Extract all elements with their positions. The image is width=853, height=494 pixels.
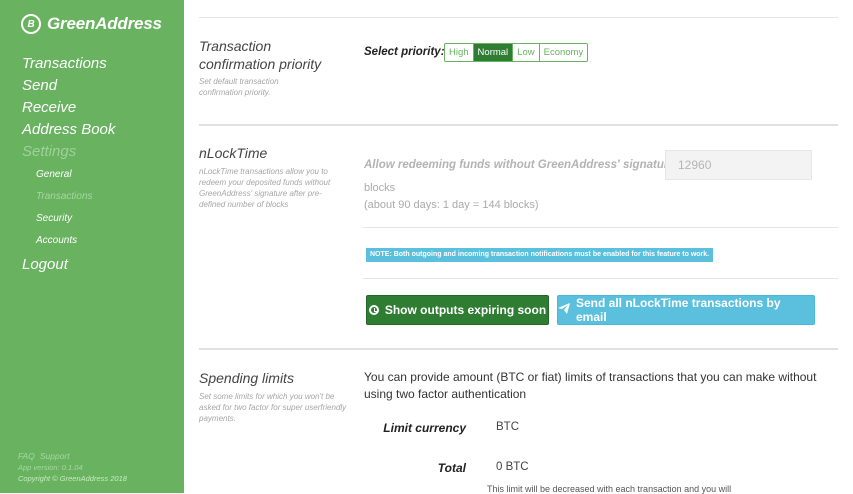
brand[interactable]: B GreenAddress bbox=[21, 14, 162, 34]
priority-desc: Set default transaction confirmation pri… bbox=[199, 77, 279, 97]
copyright: Copyright © GreenAddress 2018 bbox=[18, 474, 127, 483]
app-version: App version: 0.1.04 bbox=[18, 463, 83, 472]
bitcoin-logo-icon: B bbox=[21, 14, 41, 34]
total-value: 0 BTC bbox=[496, 461, 529, 473]
priority-economy[interactable]: Economy bbox=[540, 44, 588, 61]
nlocktime-desc: nLockTime transactions allow you to rede… bbox=[199, 167, 331, 209]
faq-link[interactable]: FAQ bbox=[18, 451, 35, 461]
show-outputs-button[interactable]: Show outputs expiring soon bbox=[366, 295, 549, 325]
nlocktime-label: Allow redeeming funds without GreenAddre… bbox=[364, 159, 703, 171]
nlocktime-note-badge: NOTE: Both outgoing and incoming transac… bbox=[366, 248, 714, 262]
nav-send[interactable]: Send bbox=[22, 75, 115, 97]
show-outputs-label: Show outputs expiring soon bbox=[384, 303, 547, 317]
paper-plane-icon bbox=[558, 303, 570, 317]
limit-currency-label: Limit currency bbox=[383, 421, 466, 435]
brand-name: GreenAddress bbox=[47, 14, 162, 33]
divider-nlocktime bbox=[199, 348, 838, 350]
spending-desc: Set some limits for which you won't be a… bbox=[199, 392, 347, 423]
sidebar-footer: FAQ Support App version: 0.1.04 Copyright… bbox=[18, 451, 127, 484]
subnav-accounts[interactable]: Accounts bbox=[36, 230, 115, 252]
subnav-general[interactable]: General bbox=[36, 164, 115, 186]
main-nav: Transactions Send Receive Address Book S… bbox=[22, 53, 115, 276]
support-link[interactable]: Support bbox=[40, 451, 70, 461]
sidebar: B GreenAddress Transactions Send Receive… bbox=[0, 0, 184, 493]
subnav-transactions[interactable]: Transactions bbox=[36, 186, 115, 208]
subnav-security[interactable]: Security bbox=[36, 208, 115, 230]
nlocktime-unit: blocks bbox=[364, 182, 396, 194]
total-label: Total bbox=[437, 461, 466, 475]
nav-transactions[interactable]: Transactions bbox=[22, 53, 115, 75]
priority-low[interactable]: Low bbox=[513, 44, 540, 61]
nav-logout[interactable]: Logout bbox=[22, 254, 115, 276]
priority-label: Select priority: bbox=[364, 46, 445, 58]
nlocktime-hint: (about 90 days: 1 day = 144 blocks) bbox=[364, 199, 539, 211]
priority-selector: High Normal Low Economy bbox=[444, 43, 589, 62]
spending-intro: You can provide amount (BTC or fiat) lim… bbox=[364, 370, 817, 401]
spending-title: Spending limits bbox=[199, 370, 294, 386]
divider-nlock-2 bbox=[363, 278, 838, 279]
divider-priority bbox=[199, 124, 838, 126]
nav-settings[interactable]: Settings bbox=[22, 141, 115, 163]
priority-high[interactable]: High bbox=[445, 44, 474, 61]
priority-title: Transaction confirmation priority bbox=[199, 38, 322, 72]
clock-icon bbox=[368, 305, 379, 315]
nlocktime-blocks-input[interactable] bbox=[665, 150, 812, 180]
settings-subnav: General Transactions Security Accounts bbox=[36, 164, 115, 252]
send-email-button[interactable]: Send all nLockTime transactions by email bbox=[557, 295, 815, 325]
divider-nlock-1 bbox=[363, 227, 838, 228]
limit-currency-value[interactable]: BTC bbox=[496, 421, 519, 433]
nav-receive[interactable]: Receive bbox=[22, 97, 115, 119]
nlocktime-title: nLockTime bbox=[199, 145, 268, 161]
divider-top bbox=[199, 17, 838, 18]
nav-address-book[interactable]: Address Book bbox=[22, 119, 115, 141]
send-email-label: Send all nLockTime transactions by email bbox=[576, 296, 781, 324]
priority-normal[interactable]: Normal bbox=[473, 44, 514, 61]
